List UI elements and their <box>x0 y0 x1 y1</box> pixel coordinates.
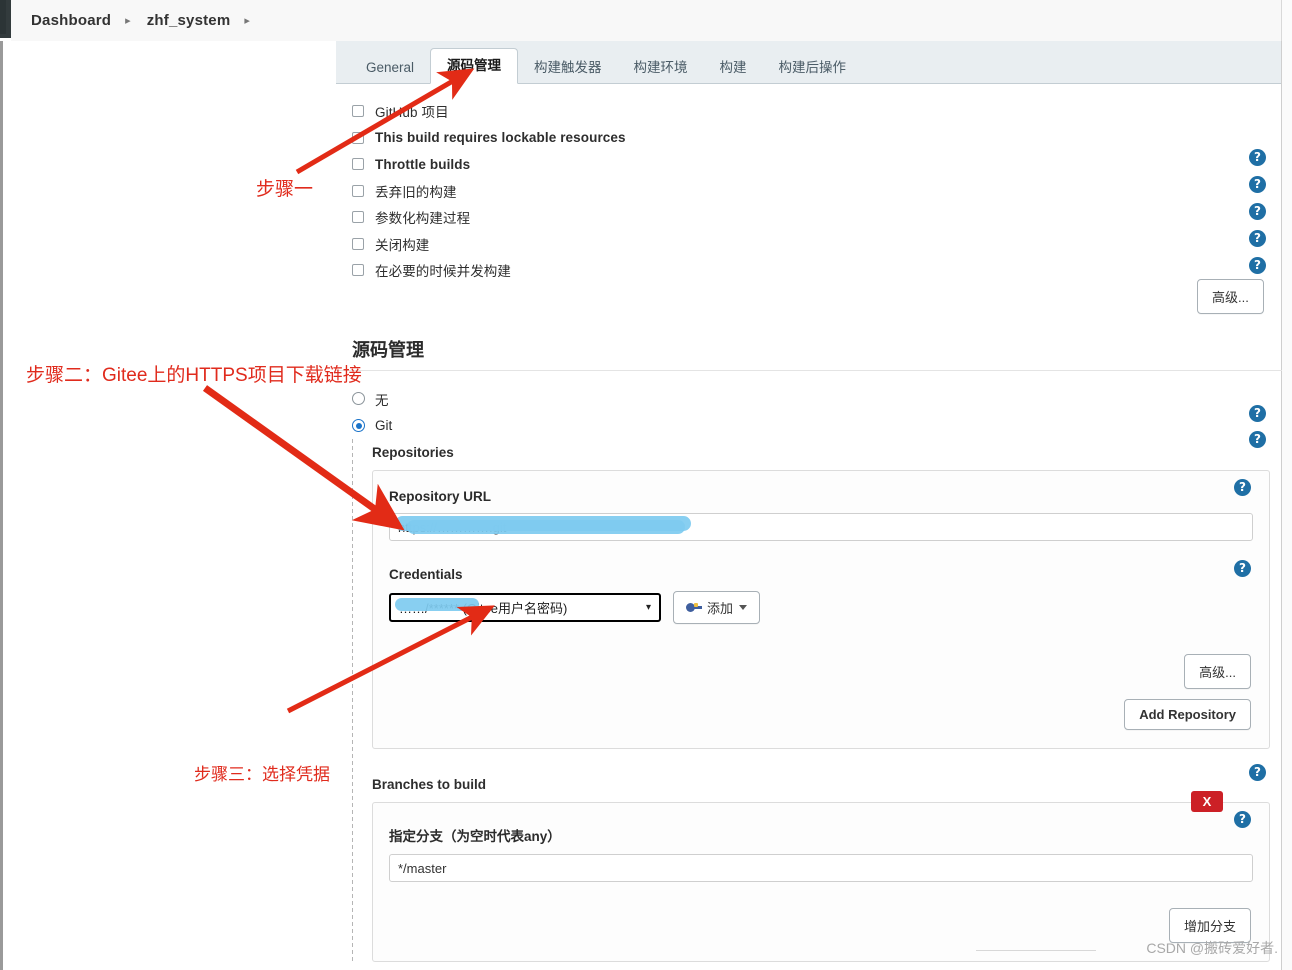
add-credential-button[interactable]: 添加 <box>673 591 761 624</box>
collapsed-nav-sliver-inner <box>0 0 6 34</box>
chevron-down-icon: ▾ <box>645 602 651 613</box>
configure-form-panel: General 源码管理 构建触发器 构建环境 构建 构建后操作 GitHub … <box>336 41 1282 970</box>
help-icon-branches-to-build[interactable]: ? <box>1249 764 1266 781</box>
checkbox-label-concurrent-builds: 在必要的时候并发构建 <box>375 264 511 280</box>
checkbox-label-lockable-resources: This build requires lockable resources <box>375 130 626 146</box>
help-icon-disable-build[interactable]: ? <box>1249 230 1266 247</box>
checkbox-row-lockable-resources[interactable]: This build requires lockable resources <box>336 125 1281 152</box>
help-icon-git-scm[interactable]: ? <box>1249 405 1266 422</box>
breadcrumb-item-dashboard[interactable]: Dashboard <box>11 12 111 29</box>
breadcrumb-separator-trailing-icon: ▸ <box>244 15 250 27</box>
scm-option-git-row[interactable]: Git <box>336 412 1282 439</box>
key-icon <box>686 602 702 613</box>
repository-card: Repository URL Credentials ……/****** (Gi… <box>372 470 1270 749</box>
breadcrumb-item-zhf-system[interactable]: zhf_system <box>131 12 231 29</box>
add-credential-label: 添加 <box>707 601 734 616</box>
caret-down-icon <box>739 605 748 610</box>
checkbox-throttle-builds[interactable] <box>352 158 364 171</box>
checkbox-lockable-resources[interactable] <box>352 131 364 144</box>
checkbox-label-disable-build: 关闭构建 <box>375 237 430 253</box>
help-icon-discard-old-builds[interactable]: ? <box>1249 176 1266 193</box>
add-repository-button[interactable]: Add Repository <box>1124 699 1251 730</box>
delete-branch-badge[interactable]: X <box>1191 791 1223 812</box>
checkbox-row-github-project[interactable]: GitHub 项目 <box>336 98 1281 125</box>
tab-general[interactable]: General <box>350 51 430 84</box>
add-branch-wrap: 增加分支 <box>389 908 1253 943</box>
checkbox-row-disable-build[interactable]: 关闭构建 <box>336 231 1281 258</box>
help-icon-parameterized-build[interactable]: ? <box>1249 203 1266 220</box>
branch-specifier-input[interactable] <box>389 854 1253 882</box>
annotation-step-2: 步骤二：Gitee上的HTTPS项目下载链接 <box>26 365 362 386</box>
scm-option-none-row[interactable]: 无 <box>336 385 1282 412</box>
checkbox-label-discard-old-builds: 丢弃旧的构建 <box>375 184 457 200</box>
redaction-stroke-url-2 <box>407 520 685 534</box>
credentials-select[interactable]: ……/****** (Gitee用户名密码) ▾ <box>389 593 661 622</box>
git-config-block: Repositories Repository URL Credentials … <box>352 439 1282 962</box>
scm-section: 源码管理 无 Git Repositories Repository URL h… <box>336 336 1282 962</box>
tab-source-code-management[interactable]: 源码管理 <box>430 48 519 84</box>
add-repository-wrap: Add Repository <box>389 699 1253 730</box>
page-right-edge <box>1281 0 1292 970</box>
checkbox-discard-old-builds[interactable] <box>352 184 364 197</box>
watermark-rule <box>976 950 1096 951</box>
help-icon-credentials[interactable]: ? <box>1234 560 1251 577</box>
checkbox-row-concurrent-builds[interactable]: 在必要的时候并发构建 <box>336 257 1281 284</box>
repositories-label: Repositories <box>372 445 454 460</box>
tab-build[interactable]: 构建 <box>704 51 763 84</box>
radio-label-scm-none: 无 <box>375 392 389 408</box>
help-icon-branch-specifier[interactable]: ? <box>1234 811 1251 828</box>
tab-build-environment[interactable]: 构建环境 <box>618 51 704 84</box>
checkbox-github-project[interactable] <box>352 105 364 118</box>
config-tabbar: General 源码管理 构建触发器 构建环境 构建 构建后操作 <box>336 41 1281 84</box>
nesting-guide-line <box>352 439 353 962</box>
repository-advanced-wrap: 高级... <box>389 654 1253 689</box>
checkbox-parameterized-build[interactable] <box>352 211 364 224</box>
advanced-button-general[interactable]: 高级... <box>1197 279 1264 314</box>
checkbox-concurrent-builds[interactable] <box>352 264 364 277</box>
checkbox-label-github-project: GitHub 项目 <box>375 105 449 121</box>
watermark-text: CSDN @搬砖爱好者. <box>1146 940 1278 956</box>
checkbox-label-throttle-builds: Throttle builds <box>375 156 471 172</box>
repository-url-field-wrap <box>389 513 1253 541</box>
annotation-step-1: 步骤一 <box>256 179 314 200</box>
annotation-step-3: 步骤三：选择凭据 <box>194 765 330 784</box>
radio-label-scm-git: Git <box>375 418 393 433</box>
tab-build-triggers[interactable]: 构建触发器 <box>518 51 618 84</box>
help-icon-repositories[interactable]: ? <box>1249 431 1266 448</box>
advanced-top-wrap: 高级... <box>1197 279 1264 314</box>
breadcrumb: Dashboard ▸ zhf_system ▸ <box>11 0 1292 42</box>
help-icon-throttle-builds[interactable]: ? <box>1249 149 1266 166</box>
help-icon-repository-url[interactable]: ? <box>1234 479 1251 496</box>
radio-scm-git[interactable] <box>352 419 365 432</box>
credentials-row: ……/****** (Gitee用户名密码) ▾ 添加 <box>389 591 1253 624</box>
checkbox-row-throttle-builds[interactable]: Throttle builds <box>336 151 1281 178</box>
checkbox-label-parameterized-build: 参数化构建过程 <box>375 211 471 227</box>
scm-section-title: 源码管理 <box>352 340 424 360</box>
redaction-stroke-credentials <box>395 598 479 611</box>
branches-to-build-label: Branches to build <box>372 777 487 792</box>
branch-specifier-label: 指定分支（为空时代表any） <box>389 829 561 844</box>
help-icon-concurrent-builds[interactable]: ? <box>1249 257 1266 274</box>
checkbox-row-discard-old-builds[interactable]: 丢弃旧的构建 <box>336 178 1281 205</box>
general-options-group: GitHub 项目 This build requires lockable r… <box>336 84 1281 284</box>
credentials-label: Credentials <box>389 567 463 582</box>
tab-post-build-actions[interactable]: 构建后操作 <box>763 51 863 84</box>
radio-scm-none[interactable] <box>352 392 365 405</box>
checkbox-row-parameterized-build[interactable]: 参数化构建过程 <box>336 204 1281 231</box>
checkbox-disable-build[interactable] <box>352 237 364 250</box>
repository-url-label: Repository URL <box>389 489 492 504</box>
advanced-button-repository[interactable]: 高级... <box>1184 654 1251 689</box>
app-root: Dashboard ▸ zhf_system ▸ General 源码管理 构建… <box>0 0 1292 970</box>
branch-card: X 指定分支（为空时代表any） 增加分支 <box>372 791 1270 962</box>
breadcrumb-separator-icon: ▸ <box>125 15 131 27</box>
